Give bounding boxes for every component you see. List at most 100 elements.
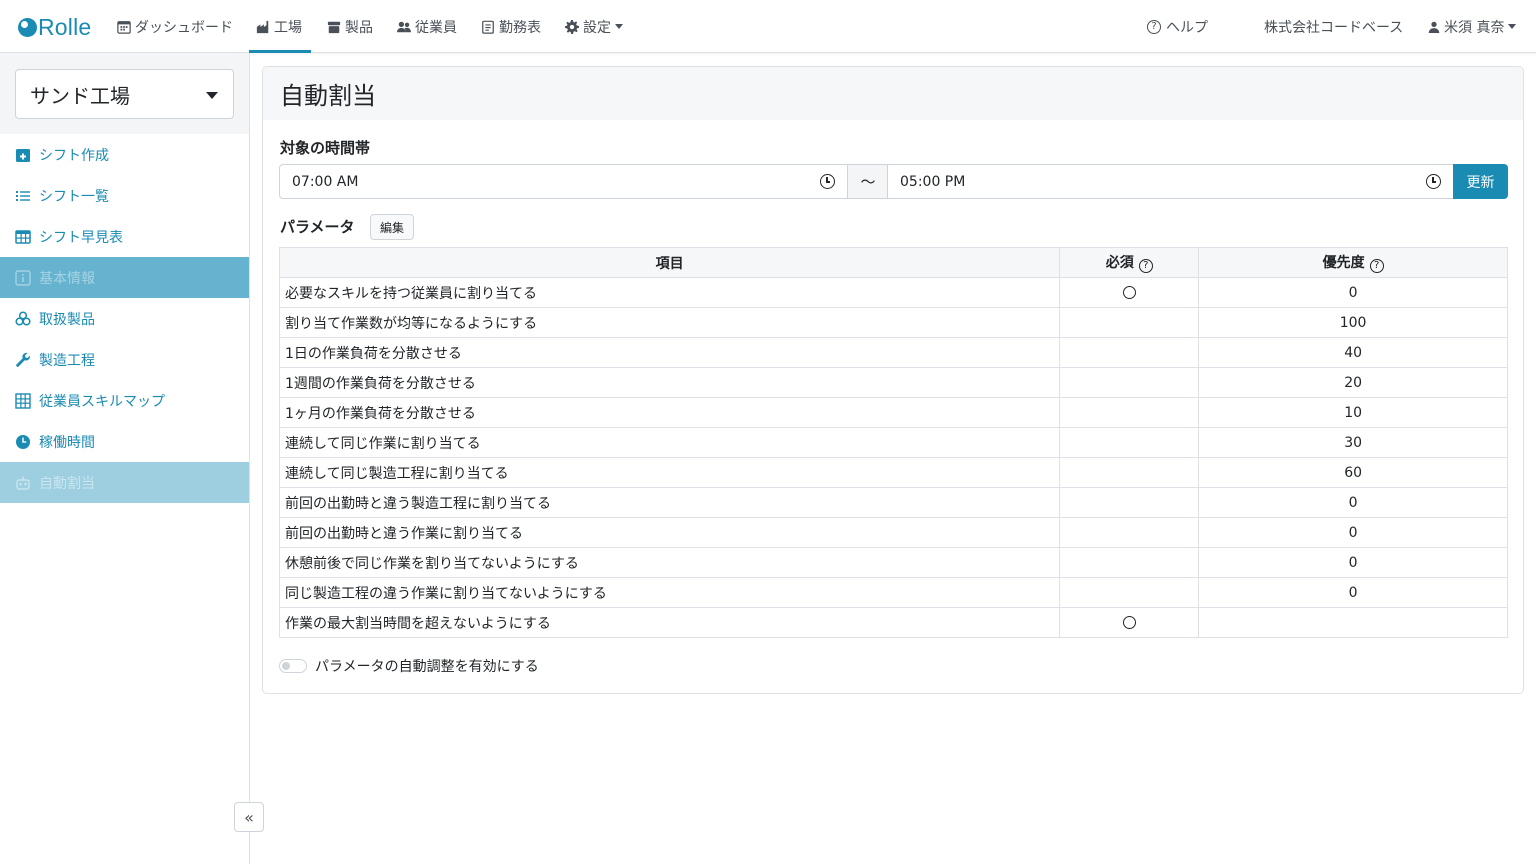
- calendar-plus-icon: [16, 148, 30, 162]
- cell-priority: 100: [1198, 307, 1508, 338]
- column-header-item: 項目: [278, 247, 1061, 278]
- column-header-required: 必須?: [1059, 247, 1200, 278]
- sidebar-item-label: 自動割当: [39, 475, 95, 492]
- nav-schedule-label: 勤務表: [499, 19, 541, 36]
- rolle-logo[interactable]: Rolle: [18, 14, 91, 40]
- required-circle-icon: [1122, 286, 1136, 299]
- nav-settings[interactable]: 設定: [565, 0, 623, 53]
- company-name: 株式会社コードベース: [1264, 19, 1404, 36]
- nav-help[interactable]: ? ヘルプ: [1147, 0, 1208, 53]
- required-circle-icon: [1122, 616, 1136, 629]
- sidebar-item-shift-create[interactable]: シフト作成: [0, 134, 249, 175]
- grid-icon: [15, 392, 31, 409]
- sidebar-item-products[interactable]: 取扱製品: [0, 298, 249, 339]
- users-icon: [397, 21, 411, 32]
- auto-adjust-label: パラメータの自動調整を有効にする: [315, 659, 539, 675]
- table-row: 前回の出勤時と違う作業に割り当てる 0: [278, 517, 1508, 548]
- clock-icon[interactable]: [820, 174, 835, 189]
- sidebar-item-label: 従業員スキルマップ: [39, 393, 165, 410]
- cell-required: [1059, 487, 1200, 518]
- table-row: 1ヶ月の作業負荷を分散させる 10: [278, 397, 1508, 428]
- end-time-value: 05:00 PM: [900, 173, 966, 190]
- table-row: 休憩前後で同じ作業を割り当てないようにする 0: [278, 547, 1508, 578]
- cell-required: [1059, 337, 1200, 368]
- sidebar-item-auto-assign[interactable]: 自動割当: [0, 462, 249, 503]
- auto-adjust-toggle-row[interactable]: パラメータの自動調整を有効にする: [279, 656, 539, 676]
- table-row: 連続して同じ作業に割り当てる 30: [278, 427, 1508, 458]
- auto-adjust-switch[interactable]: [279, 659, 307, 673]
- update-button[interactable]: 更新: [1453, 164, 1508, 199]
- start-time-input[interactable]: 07:00 AM: [279, 164, 848, 199]
- info-icon: [15, 269, 31, 286]
- cell-priority: 0: [1198, 277, 1508, 308]
- clock-icon: [16, 434, 30, 449]
- cell-required: [1059, 277, 1200, 308]
- auto-assign-card: 自動割当 対象の時間帯 07:00 AM 〜 05:00 PM 更新 パラメータ…: [262, 66, 1524, 694]
- table-row: 連続して同じ製造工程に割り当てる 60: [278, 457, 1508, 488]
- user-name: 米須 真奈: [1444, 19, 1505, 36]
- factory-select[interactable]: サンド工場: [15, 69, 234, 119]
- cell-priority: 0: [1198, 577, 1508, 608]
- time-range-separator: 〜: [848, 164, 888, 199]
- double-chevron-left-icon: «: [244, 807, 254, 827]
- parameters-table: 項目 必須? 優先度? 必要なスキルを持つ従業員に割り当てる 0 割り当て作業数が均…: [278, 247, 1508, 638]
- nav-company[interactable]: 株式会社コードベース: [1264, 0, 1403, 53]
- nav-user-menu[interactable]: 米須 真奈: [1428, 0, 1517, 53]
- robot-icon: [16, 476, 30, 490]
- sidebar-item-operating-hours[interactable]: 稼働時間: [0, 421, 249, 462]
- help-icon[interactable]: ?: [1369, 259, 1384, 273]
- nav-employees-label: 従業員: [415, 19, 457, 36]
- table-row: 1週間の作業負荷を分散させる 20: [278, 367, 1508, 398]
- sidebar-item-skill-map[interactable]: 従業員スキルマップ: [0, 380, 249, 421]
- nav-employees[interactable]: 従業員: [397, 0, 457, 53]
- cell-required: [1059, 517, 1200, 548]
- cell-required: [1059, 397, 1200, 428]
- table-row: 作業の最大割当時間を超えないようにする: [278, 607, 1508, 638]
- cell-item: 1週間の作業負荷を分散させる: [278, 367, 1061, 398]
- sidebar-item-shift-overview[interactable]: シフト早見表: [0, 216, 249, 257]
- cell-required: [1059, 547, 1200, 578]
- cell-item: 前回の出勤時と違う作業に割り当てる: [278, 517, 1061, 548]
- logo-mark-icon: [18, 17, 37, 37]
- cell-priority: 40: [1198, 337, 1508, 368]
- nav-products[interactable]: 製品: [327, 0, 373, 53]
- wrench-icon: [16, 352, 31, 367]
- cell-item: 必要なスキルを持つ従業員に割り当てる: [278, 277, 1061, 308]
- top-navbar: Rolle ダッシュボード 工場 製品 従業員 勤務表 設定 ? ヘルプ 株式会…: [0, 0, 1536, 53]
- nav-factory-label: 工場: [274, 19, 302, 36]
- start-time-value: 07:00 AM: [292, 173, 359, 190]
- help-icon[interactable]: ?: [1138, 259, 1153, 273]
- cell-priority: 30: [1198, 427, 1508, 458]
- sidebar-item-label: シフト作成: [39, 147, 109, 164]
- nav-schedule[interactable]: 勤務表: [481, 0, 541, 53]
- cell-priority: 0: [1198, 547, 1508, 578]
- factory-select-value: サンド工場: [30, 83, 130, 108]
- end-time-input[interactable]: 05:00 PM: [887, 164, 1454, 199]
- cell-required: [1059, 307, 1200, 338]
- table-icon: [15, 229, 31, 244]
- brand-name: Rolle: [38, 13, 92, 40]
- nav-dashboard[interactable]: ダッシュボード: [117, 0, 233, 53]
- sidebar-item-label: 製造工程: [39, 352, 95, 369]
- sidebar-collapse-button[interactable]: «: [234, 802, 264, 832]
- factory-icon: [256, 20, 269, 33]
- cell-priority: 0: [1198, 517, 1508, 548]
- clock-icon[interactable]: [1426, 174, 1441, 189]
- cell-item: 1日の作業負荷を分散させる: [278, 337, 1061, 368]
- cell-required: [1059, 427, 1200, 458]
- nav-settings-label: 設定: [583, 19, 611, 36]
- sidebar-item-shift-list[interactable]: シフト一覧: [0, 175, 249, 216]
- nav-factory[interactable]: 工場: [249, 0, 311, 53]
- sidebar-item-processes[interactable]: 製造工程: [0, 339, 249, 380]
- table-row: 割り当て作業数が均等になるようにする 100: [278, 307, 1508, 338]
- column-header-priority: 優先度?: [1198, 247, 1508, 278]
- cell-priority: 60: [1198, 457, 1508, 488]
- table-row: 同じ製造工程の違う作業に割り当てないようにする 0: [278, 577, 1508, 608]
- sidebar-item-label: 基本情報: [39, 270, 95, 287]
- edit-parameters-button[interactable]: 編集: [370, 214, 414, 240]
- cell-priority: 20: [1198, 367, 1508, 398]
- table-row: 前回の出勤時と違う製造工程に割り当てる 0: [278, 487, 1508, 518]
- cell-item: 連続して同じ製造工程に割り当てる: [278, 457, 1061, 488]
- gear-icon: [565, 19, 579, 34]
- cell-item: 作業の最大割当時間を超えないようにする: [278, 607, 1061, 638]
